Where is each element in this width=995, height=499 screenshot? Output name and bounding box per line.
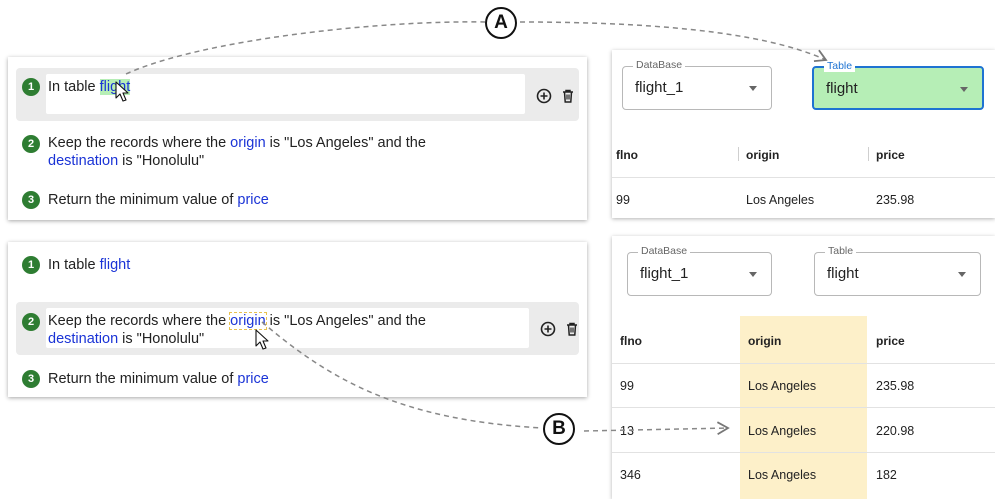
annotation-overlay — [115, 21, 828, 435]
cursor-icon — [255, 329, 269, 350]
arrow-b-path — [261, 321, 543, 429]
arrow-a-path — [125, 21, 486, 75]
arrow-b-path — [583, 421, 730, 435]
arrow-a-path — [519, 21, 828, 63]
callout-badge-b: B — [543, 413, 575, 445]
cursor-icon — [115, 81, 129, 102]
callout-badge-a: A — [485, 7, 517, 39]
